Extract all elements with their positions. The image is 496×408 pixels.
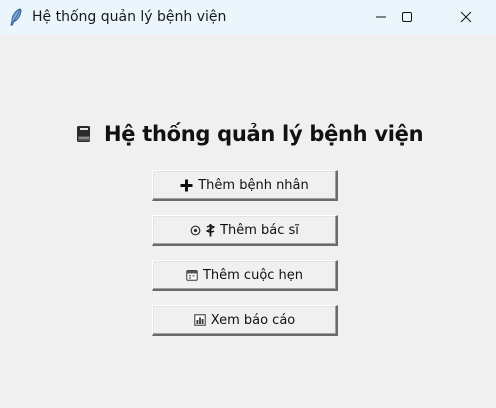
ledger-icon [77, 126, 90, 142]
add-doctor-button[interactable]: Thêm bác sĩ [152, 215, 338, 246]
feather-icon [10, 8, 22, 26]
maximize-button[interactable] [384, 0, 430, 34]
window-title: Hệ thống quản lý bệnh viện [32, 9, 227, 25]
maximize-icon [402, 12, 412, 22]
add-appointment-button[interactable]: Thêm cuộc hẹn [152, 260, 338, 291]
page-title: Hệ thống quản lý bệnh viện [104, 122, 424, 146]
stethoscope-icon [190, 225, 201, 236]
add-doctor-label: Thêm bác sĩ [220, 222, 299, 238]
medical-symbol-icon [206, 223, 216, 237]
plus-icon [180, 179, 193, 192]
add-patient-label: Thêm bệnh nhân [198, 177, 309, 193]
close-button[interactable] [443, 0, 489, 34]
calendar-icon [186, 269, 198, 281]
bar-chart-icon [194, 314, 206, 326]
title-bar[interactable]: Hệ thống quản lý bệnh viện [0, 0, 496, 34]
view-report-button[interactable]: Xem báo cáo [152, 305, 338, 336]
close-icon [460, 11, 472, 23]
page-heading: Hệ thống quản lý bệnh viện [76, 119, 424, 149]
app-window: Hệ thống quản lý bệnh viện Hệ thống quản… [0, 0, 496, 408]
add-patient-button[interactable]: Thêm bệnh nhân [152, 170, 338, 201]
add-appointment-label: Thêm cuộc hẹn [202, 267, 304, 283]
view-report-label: Xem báo cáo [210, 312, 296, 328]
